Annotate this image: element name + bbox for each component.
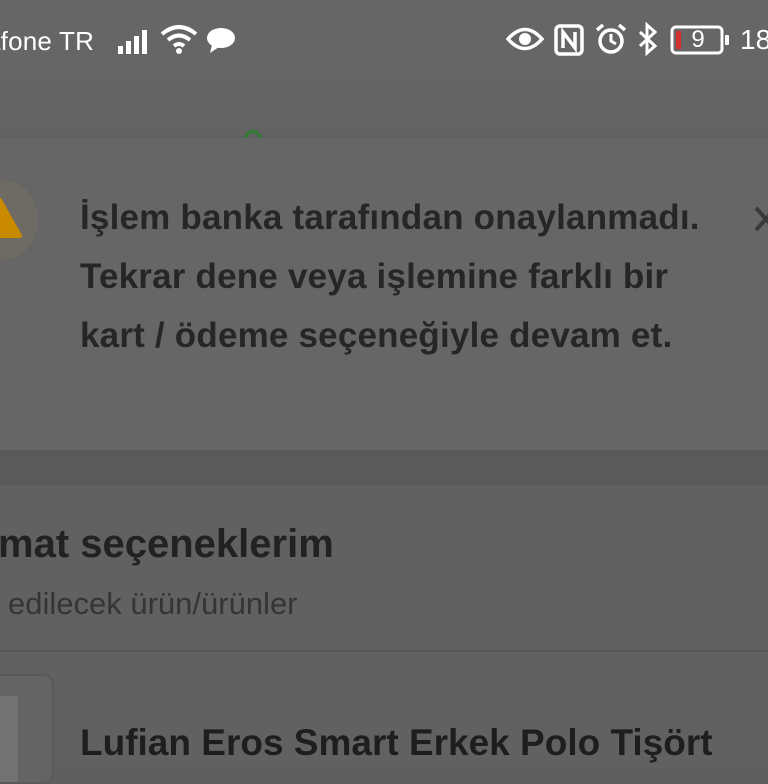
close-icon[interactable] bbox=[748, 200, 768, 240]
section-gap bbox=[0, 450, 768, 486]
nfc-icon bbox=[554, 24, 584, 56]
alert-close-button[interactable] bbox=[748, 200, 768, 240]
page-header bbox=[0, 80, 768, 138]
alarm-icon bbox=[595, 23, 627, 54]
wifi-icon bbox=[160, 25, 198, 54]
carrier-name: afone TR bbox=[0, 26, 95, 56]
battery-level: 9 bbox=[691, 26, 705, 53]
divider bbox=[0, 650, 768, 652]
alert-message: İşlem banka tarafından onaylanmadı. Tekr… bbox=[80, 198, 700, 355]
section-subtitle: edilecek ürün/ürünler bbox=[8, 586, 298, 621]
eye-icon bbox=[506, 27, 544, 51]
bluetooth-icon bbox=[638, 22, 658, 56]
signal-icon bbox=[118, 30, 147, 54]
status-bar: afone TR bbox=[0, 0, 768, 80]
warning-icon-badge bbox=[0, 180, 38, 260]
product-name[interactable]: Lufian Eros Smart Erkek Polo Tişört bbox=[80, 722, 713, 764]
clock-time: 18 bbox=[740, 24, 768, 55]
product-image bbox=[0, 696, 18, 782]
section-title: mat seçeneklerim bbox=[0, 522, 334, 566]
battery-icon: 9 bbox=[670, 24, 730, 56]
chat-bubble-icon bbox=[207, 28, 235, 53]
warning-icon bbox=[0, 198, 22, 238]
